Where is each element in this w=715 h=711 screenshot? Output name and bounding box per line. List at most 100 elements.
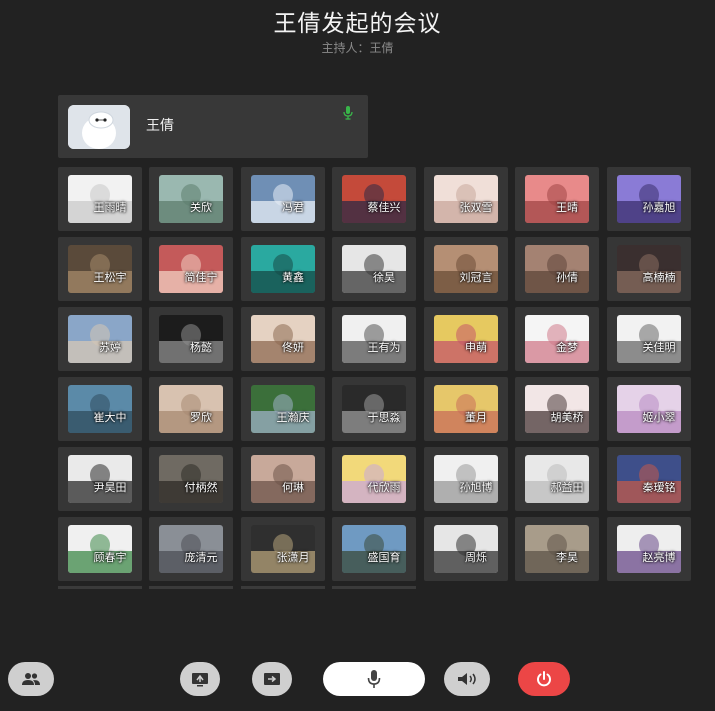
participant-name: 王瀚庆 [276, 411, 310, 424]
participant-name: 申萌 [465, 341, 487, 354]
participant-tile[interactable]: 董月 [424, 377, 508, 441]
participant-avatar: 付柄然 [159, 455, 223, 503]
participant-name: 刘冠言 [459, 271, 493, 284]
participant-tile[interactable]: 何琳 [241, 447, 325, 511]
participant-tile[interactable]: 罗欣 [149, 377, 233, 441]
participant-tile[interactable]: 简佳宁 [149, 237, 233, 301]
participant-tile[interactable]: 杨懿 [149, 307, 233, 371]
participant-tile[interactable]: 冯君 [241, 167, 325, 231]
participant-avatar: 关欣 [159, 175, 223, 223]
participant-avatar: 庞清元 [159, 525, 223, 573]
participant-name: 徐昊 [373, 271, 395, 284]
participant-tile-partial [149, 586, 233, 589]
participant-avatar: 蔡佳兴 [342, 175, 406, 223]
participant-name: 王松宇 [93, 271, 127, 284]
participant-tile[interactable]: 盛国育 [332, 517, 416, 581]
participant-avatar: 徐昊 [342, 245, 406, 293]
participant-tile[interactable]: 关佳明 [607, 307, 691, 371]
participant-name: 苏婷 [99, 341, 121, 354]
participant-avatar: 赵亮博 [617, 525, 681, 573]
participant-tile[interactable]: 王松宇 [58, 237, 142, 301]
participant-tile-partial [241, 586, 325, 589]
participant-tile[interactable]: 姬小翠 [607, 377, 691, 441]
participant-tile[interactable]: 代欣雨 [332, 447, 416, 511]
participant-tile[interactable]: 申萌 [424, 307, 508, 371]
participants-button[interactable] [8, 662, 54, 696]
participant-name: 李昊 [556, 551, 578, 564]
participant-tile[interactable]: 王瀚庆 [241, 377, 325, 441]
microphone-button[interactable] [323, 662, 425, 696]
host-name: 王倩 [146, 118, 174, 134]
participant-name: 关欣 [190, 201, 212, 214]
participant-avatar: 高楠楠 [617, 245, 681, 293]
participant-tile[interactable]: 崔大中 [58, 377, 142, 441]
participant-name: 付柄然 [184, 481, 218, 494]
participant-avatar: 张双雪 [434, 175, 498, 223]
participant-tile[interactable]: 胡美桥 [515, 377, 599, 441]
participant-name: 赵亮博 [642, 551, 676, 564]
participant-avatar: 王瀚庆 [251, 385, 315, 433]
host-card[interactable]: 王倩 [58, 95, 368, 158]
participant-tile[interactable]: 周烁 [424, 517, 508, 581]
participant-avatar: 刘冠言 [434, 245, 498, 293]
participant-tile[interactable]: 刘冠言 [424, 237, 508, 301]
participant-avatar: 简佳宁 [159, 245, 223, 293]
participant-tile[interactable]: 王有为 [332, 307, 416, 371]
participant-tile[interactable]: 金梦 [515, 307, 599, 371]
participant-tile[interactable]: 李昊 [515, 517, 599, 581]
participant-tile[interactable]: 赵亮博 [607, 517, 691, 581]
participant-tile[interactable]: 顾春宇 [58, 517, 142, 581]
people-icon [22, 673, 40, 685]
microphone-active-icon [343, 106, 353, 120]
participant-tile-partial [332, 586, 416, 589]
screen-cast-button[interactable] [252, 662, 292, 696]
participant-tile[interactable]: 庞清元 [149, 517, 233, 581]
participant-tile[interactable]: 张潇月 [241, 517, 325, 581]
meeting-title: 王倩发起的会议 [273, 11, 442, 37]
participant-tile[interactable]: 佟妍 [241, 307, 325, 371]
participant-tile[interactable]: 孙旭博 [424, 447, 508, 511]
host-label: 主持人：王倩 [321, 41, 394, 55]
participant-avatar: 孙倩 [525, 245, 589, 293]
participant-tile[interactable]: 秦瑷铭 [607, 447, 691, 511]
participant-avatar: 孙嘉旭 [617, 175, 681, 223]
participant-tile[interactable]: 苏婷 [58, 307, 142, 371]
participant-name: 崔大中 [93, 411, 127, 424]
speaker-button[interactable] [444, 662, 490, 696]
participant-name: 罗欣 [190, 411, 212, 424]
participant-tile[interactable]: 于思淼 [332, 377, 416, 441]
participant-avatar: 黄鑫 [251, 245, 315, 293]
participant-tile[interactable]: 王晴 [515, 167, 599, 231]
participant-name: 董月 [465, 411, 487, 424]
participant-tile[interactable]: 高楠楠 [607, 237, 691, 301]
participant-name: 周烁 [465, 551, 487, 564]
participant-tile[interactable]: 孙倩 [515, 237, 599, 301]
participant-tile[interactable]: 黄鑫 [241, 237, 325, 301]
participant-name: 孙旭博 [459, 481, 493, 494]
leave-meeting-button[interactable] [518, 662, 570, 696]
participant-avatar: 冯君 [251, 175, 315, 223]
share-screen-button[interactable] [180, 662, 220, 696]
participant-name: 简佳宁 [184, 271, 218, 284]
participant-name: 王晴 [556, 201, 578, 214]
participant-tile[interactable]: 关欣 [149, 167, 233, 231]
microphone-icon [367, 670, 381, 688]
participant-name: 金梦 [556, 341, 578, 354]
participant-tile[interactable]: 张双雪 [424, 167, 508, 231]
participant-tile[interactable]: 郝益田 [515, 447, 599, 511]
participant-tile[interactable]: 孙嘉旭 [607, 167, 691, 231]
participant-tile[interactable]: 付柄然 [149, 447, 233, 511]
participant-avatar: 顾春宇 [68, 525, 132, 573]
participant-tile[interactable]: 王雨晴 [58, 167, 142, 231]
participant-tile[interactable]: 尹昊田 [58, 447, 142, 511]
participant-avatar: 姬小翠 [617, 385, 681, 433]
participant-avatar: 王有为 [342, 315, 406, 363]
participant-tile[interactable]: 蔡佳兴 [332, 167, 416, 231]
participant-avatar: 于思淼 [342, 385, 406, 433]
participant-tile[interactable]: 徐昊 [332, 237, 416, 301]
participant-avatar: 金梦 [525, 315, 589, 363]
participant-avatar: 何琳 [251, 455, 315, 503]
participant-avatar: 关佳明 [617, 315, 681, 363]
participant-name: 黄鑫 [282, 271, 304, 284]
participant-avatar: 尹昊田 [68, 455, 132, 503]
